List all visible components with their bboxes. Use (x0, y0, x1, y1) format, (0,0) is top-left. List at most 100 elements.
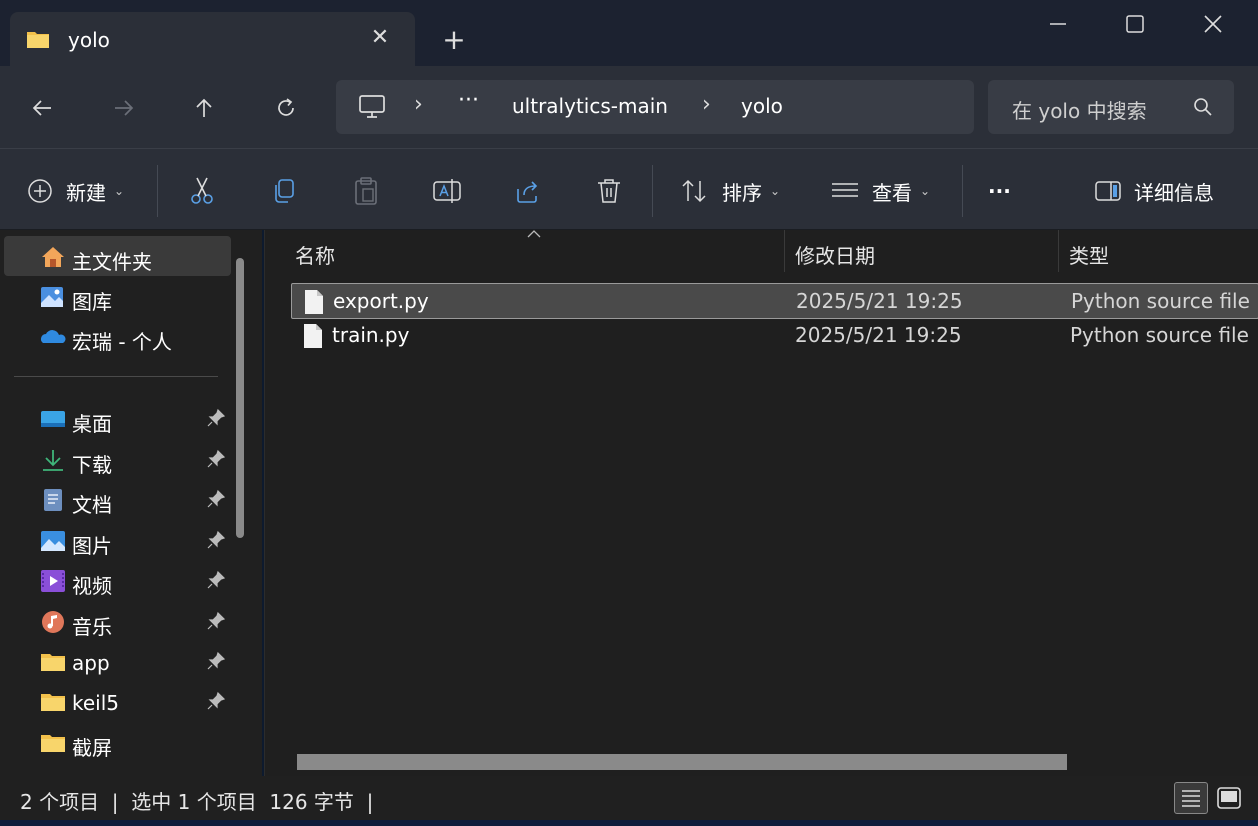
divider (157, 165, 158, 217)
breadcrumb-overflow[interactable]: ··· (458, 88, 479, 113)
plus-circle-icon (28, 179, 52, 203)
new-tab-button[interactable]: + (438, 24, 470, 56)
status-text: 2 个项目 | 选中 1 个项目 126 字节 | (20, 790, 374, 814)
folder-icon (27, 32, 49, 48)
tiles-view-icon (1217, 787, 1241, 809)
pictures-icon (41, 531, 65, 551)
details-view-icon (1182, 790, 1200, 807)
copy-button[interactable] (270, 175, 298, 207)
music-icon (42, 611, 64, 633)
breadcrumb-separator[interactable]: › (702, 92, 711, 117)
search-box[interactable]: 在 yolo 中搜索 (988, 80, 1234, 134)
column-header-date[interactable]: 修改日期 (795, 240, 875, 269)
sidebar-item-label: 视频 (72, 574, 112, 598)
file-icon (305, 290, 323, 314)
refresh-icon (278, 98, 294, 116)
clipboard-icon (355, 177, 377, 205)
view-button[interactable]: 查看 ⌄ (830, 175, 930, 207)
details-label: 详细信息 (1134, 180, 1214, 205)
sidebar-item-app[interactable]: app (0, 641, 230, 681)
column-header-type[interactable]: 类型 (1069, 240, 1109, 269)
tab-title: yolo (68, 28, 110, 52)
minimize-icon (1050, 23, 1066, 25)
breadcrumb-ultralytics-main[interactable]: ultralytics-main (512, 94, 668, 118)
share-button[interactable] (514, 175, 542, 207)
minimize-button[interactable] (1036, 8, 1080, 40)
sidebar-item-label: 音乐 (72, 615, 112, 639)
pin-icon[interactable] (206, 489, 226, 509)
sidebar-item-pictures[interactable]: 图片 (0, 520, 230, 560)
address-bar[interactable]: › ··· ultralytics-main › yolo (336, 80, 974, 134)
desktop-icon (41, 411, 65, 427)
pin-icon[interactable] (206, 408, 226, 428)
rename-button[interactable] (432, 175, 462, 207)
cut-button[interactable] (188, 175, 216, 207)
large-icons-view-button[interactable] (1212, 782, 1246, 814)
more-button[interactable]: ··· (988, 175, 1011, 207)
breadcrumb-yolo[interactable]: yolo (741, 94, 783, 118)
status-bar: 2 个项目 | 选中 1 个项目 126 字节 | (0, 776, 1258, 820)
view-list-icon (832, 183, 858, 197)
sidebar-item-label: 桌面 (72, 412, 112, 436)
new-button[interactable]: 新建 ⌄ (26, 175, 124, 207)
up-button[interactable] (184, 88, 224, 128)
pin-icon[interactable] (206, 570, 226, 590)
pin-icon[interactable] (206, 691, 226, 711)
sidebar-item-label: 图片 (72, 534, 112, 558)
details-button[interactable]: 详细信息 (1094, 175, 1214, 207)
arrow-right-icon (115, 100, 134, 116)
tab-close-button[interactable]: ✕ (366, 24, 394, 52)
close-icon (1204, 15, 1222, 33)
sort-label: 排序 (722, 180, 762, 205)
computer-icon (359, 95, 385, 118)
horizontal-scrollbar[interactable] (297, 754, 1067, 770)
close-window-button[interactable] (1191, 8, 1235, 40)
table-row[interactable]: export.py 2025/5/21 19:25 Python source … (291, 283, 1258, 319)
new-label: 新建 (66, 180, 106, 205)
sidebar-item-documents[interactable]: 文档 (0, 479, 230, 519)
breadcrumb-separator[interactable]: › (414, 92, 423, 117)
maximize-button[interactable] (1113, 8, 1157, 40)
sidebar-item-label: keil5 (72, 691, 120, 715)
tab-yolo[interactable]: yolo ✕ (10, 12, 415, 68)
details-view-button[interactable] (1174, 782, 1208, 814)
search-icon (1194, 98, 1212, 116)
back-button[interactable] (22, 88, 62, 128)
sidebar-item-label: 图库 (72, 290, 112, 314)
pin-icon[interactable] (206, 651, 226, 671)
gallery-icon (41, 287, 63, 307)
scissors-icon (191, 177, 213, 204)
file-list: 名称 修改日期 类型 export.py 2025/5/21 19:25 Pyt… (264, 230, 1258, 776)
view-label: 查看 (872, 180, 912, 205)
divider (962, 165, 963, 217)
paste-button[interactable] (352, 175, 380, 207)
sort-ascending-icon (527, 230, 541, 238)
sidebar-scrollbar[interactable] (236, 258, 244, 538)
delete-button[interactable] (595, 175, 623, 207)
copy-icon (275, 179, 294, 203)
table-row[interactable]: train.py 2025/5/21 19:25 Python source f… (291, 318, 1258, 354)
videos-icon (41, 570, 65, 592)
file-name: export.py (333, 289, 429, 313)
sidebar-item-label: 文档 (72, 493, 112, 517)
forward-button[interactable] (104, 88, 144, 128)
column-divider[interactable] (784, 230, 785, 272)
column-header-name[interactable]: 名称 (295, 240, 335, 269)
sort-button[interactable]: 排序 ⌄ (680, 175, 780, 207)
sidebar-item-desktop[interactable]: 桌面 (0, 398, 230, 438)
search-placeholder[interactable]: 在 yolo 中搜索 (1012, 95, 1182, 124)
pin-icon[interactable] (206, 611, 226, 631)
sidebar-item-music[interactable]: 音乐 (0, 601, 230, 641)
sidebar-item-gallery[interactable]: 图库 (0, 276, 230, 316)
sidebar-item-downloads[interactable]: 下载 (0, 439, 230, 479)
sidebar-item-onedrive[interactable]: 宏瑞 - 个人 (0, 316, 230, 356)
sidebar-item-keil5[interactable]: keil5 (0, 681, 230, 721)
refresh-button[interactable] (266, 88, 306, 128)
pin-icon[interactable] (206, 530, 226, 550)
sidebar-item-screenshots[interactable]: 截屏 (0, 722, 230, 762)
column-divider[interactable] (1058, 230, 1059, 272)
onedrive-icon (41, 330, 66, 343)
sidebar-item-home[interactable]: 主文件夹 (4, 236, 231, 276)
pin-icon[interactable] (206, 449, 226, 469)
sidebar-item-videos[interactable]: 视频 (0, 560, 230, 600)
